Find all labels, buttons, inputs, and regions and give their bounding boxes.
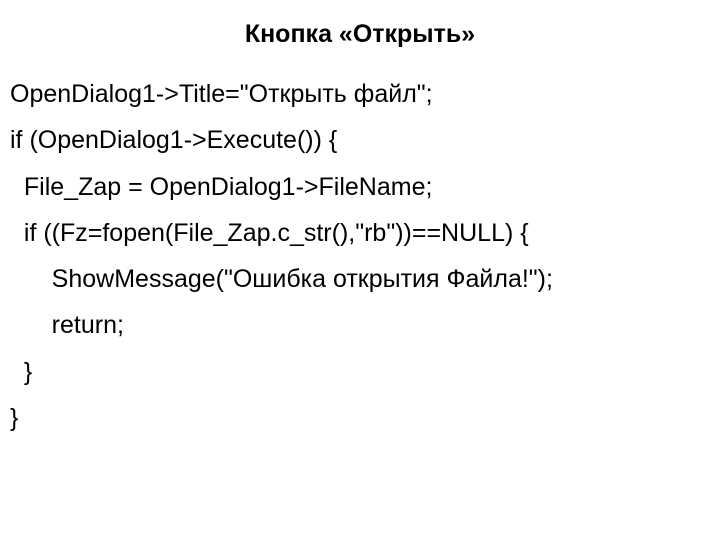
code-line: if (OpenDialog1->Execute()) { [10,117,710,163]
code-line: } [10,349,710,395]
code-line: } [10,395,710,441]
code-block: OpenDialog1->Title="Открыть файл"; if (O… [10,71,710,441]
code-line: ShowMessage("Ошибка открытия Файла!"); [10,256,710,302]
section-title: Кнопка «Открыть» [10,20,710,49]
code-line: if ((Fz=fopen(File_Zap.c_str(),"rb"))==N… [10,210,710,256]
code-line: return; [10,302,710,348]
code-line: OpenDialog1->Title="Открыть файл"; [10,71,710,117]
code-line: File_Zap = OpenDialog1->FileName; [10,164,710,210]
